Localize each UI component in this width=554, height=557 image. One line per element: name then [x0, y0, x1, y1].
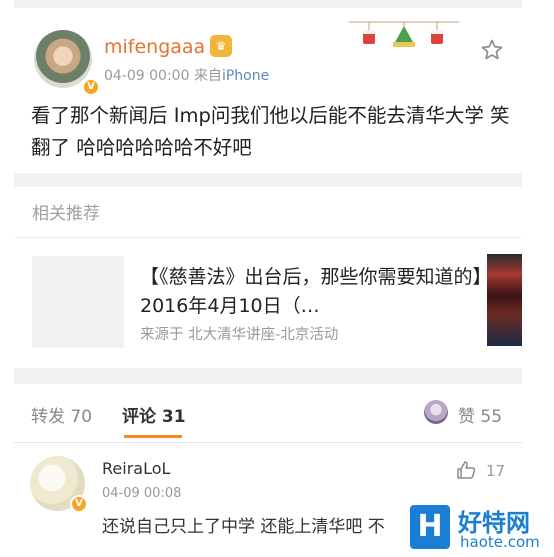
card-thumbnail [32, 256, 124, 348]
tab-comment[interactable]: 评论 31 [122, 402, 186, 427]
tab-repost[interactable]: 转发 70 [31, 402, 92, 427]
section-separator [14, 368, 522, 384]
watermark-logo: H [410, 505, 450, 549]
verified-icon: V [82, 78, 100, 96]
tab-like[interactable]: 赞 55 [458, 402, 502, 427]
liker-avatar[interactable] [424, 400, 448, 424]
active-tab-indicator [124, 435, 182, 438]
comment-like-count: 17 [486, 462, 506, 480]
card-source: 来源于 北大清华讲座-北京活动 [140, 327, 339, 343]
thumb-up-icon[interactable] [455, 459, 477, 481]
author-username[interactable]: mifengaaa [104, 36, 205, 58]
author-avatar[interactable] [34, 30, 92, 88]
weibo-post: V mifengaaa ♛ 04-09 00:00 来自iPhone 看了那个新… [14, 8, 522, 173]
site-watermark: H 好特网 haote.com [406, 495, 554, 557]
card-title: 【《慈善法》出台后，那些你需要知道的】2016年4月10日（… [140, 266, 483, 317]
interaction-tabs: 转发 70 评论 31 赞 55 [14, 384, 522, 442]
top-separator [14, 0, 522, 8]
post-body-text: 看了那个新闻后 Imp问我们他以后能不能去清华大学 笑翻了 哈哈哈哈哈哈不好吧 [31, 104, 510, 159]
section-separator [14, 173, 522, 187]
vip-crown-icon[interactable]: ♛ [210, 35, 232, 57]
recommend-card[interactable]: 【《慈善法》出台后，那些你需要知道的】2016年4月10日（… 来源于 北大清华… [14, 238, 522, 364]
post-timestamp: 04-09 00:00 [104, 68, 190, 84]
comment-text: 还说自己只上了中学 还能上清华吧 不 [102, 517, 385, 537]
post-source-link[interactable]: iPhone [222, 68, 269, 84]
comment-timestamp: 04-09 00:08 [102, 486, 182, 501]
christmas-decoration [349, 21, 459, 47]
card-side-image [487, 254, 522, 346]
verified-icon: V [70, 495, 88, 513]
commenter-username[interactable]: ReiraLoL [102, 459, 170, 478]
star-icon[interactable] [480, 38, 504, 62]
watermark-domain: haote.com [460, 533, 540, 551]
recommend-heading: 相关推荐 [32, 204, 100, 224]
source-prefix: 来自 [193, 68, 222, 84]
post-meta: 04-09 00:00 来自iPhone [104, 65, 269, 85]
